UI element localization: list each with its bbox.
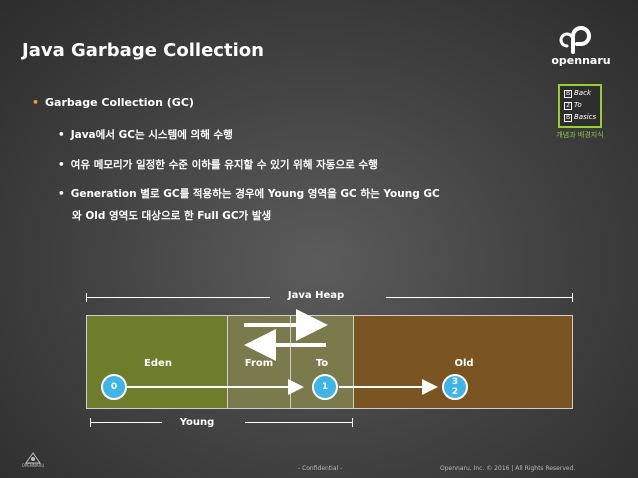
eden-object: 0: [101, 374, 127, 400]
confidential-label: - Confidential -: [298, 465, 343, 472]
young-label: Young: [179, 417, 215, 428]
old-object-age-line: 3: [451, 377, 459, 387]
young-bracket-right-tick: [352, 418, 353, 427]
old-object-age-line: 2: [451, 387, 459, 397]
young-bracket-left-line: [90, 422, 162, 423]
copyright-notice: Opennaru, Inc. © 2016 | All Rights Reser…: [440, 465, 576, 472]
to-object: 1: [312, 374, 338, 400]
corner-logo-text: OPENNARU: [21, 463, 45, 468]
old-object: 3 2: [442, 374, 468, 400]
young-bracket-right-line: [245, 422, 353, 423]
corner-logo: OPENNARU: [22, 450, 44, 470]
gc-arrows: [127, 309, 438, 395]
